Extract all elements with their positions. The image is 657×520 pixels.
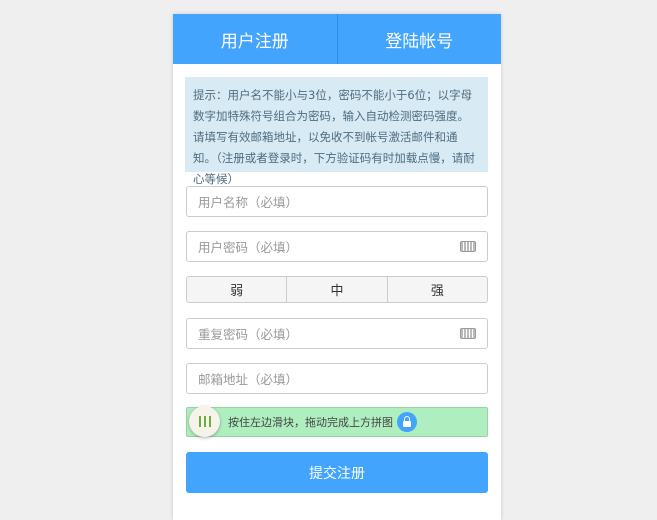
strength-medium: 中 [286,277,386,302]
tab-bar: 用户注册 登陆帐号 [173,14,501,64]
password-input[interactable]: 用户密码（必填） [186,231,488,262]
submit-register-button[interactable]: 提交注册 [186,452,488,493]
strength-strong: 强 [386,277,487,302]
register-card: 用户注册 登陆帐号 提示：用户名不能小与3位，密码不能小于6位；以字母数字加特殊… [173,14,501,520]
password-strength: 弱 中 强 [186,276,488,303]
username-placeholder: 用户名称（必填） [198,195,299,210]
slider-handle[interactable] [189,406,220,437]
slider-captcha: 按住左边滑块，拖动完成上方拼图 [186,406,488,437]
repeat-password-input[interactable]: 重复密码（必填） [186,318,488,349]
slider-text: 按住左边滑块，拖动完成上方拼图 [228,416,393,429]
email-placeholder: 邮箱地址（必填） [198,372,299,387]
repeat-placeholder: 重复密码（必填） [198,327,299,342]
keyboard-icon[interactable] [460,241,476,252]
hint-box: 提示：用户名不能小与3位，密码不能小于6位；以字母数字加特殊符号组合为密码，输入… [185,77,488,186]
username-input[interactable]: 用户名称（必填） [186,186,488,217]
tab-login[interactable]: 登陆帐号 [336,14,502,64]
lock-icon [397,412,417,432]
tab-register[interactable]: 用户注册 [173,14,337,64]
strength-weak: 弱 [230,284,244,299]
email-input[interactable]: 邮箱地址（必填） [186,363,488,394]
keyboard-icon[interactable] [460,328,476,339]
password-placeholder: 用户密码（必填） [198,240,299,255]
